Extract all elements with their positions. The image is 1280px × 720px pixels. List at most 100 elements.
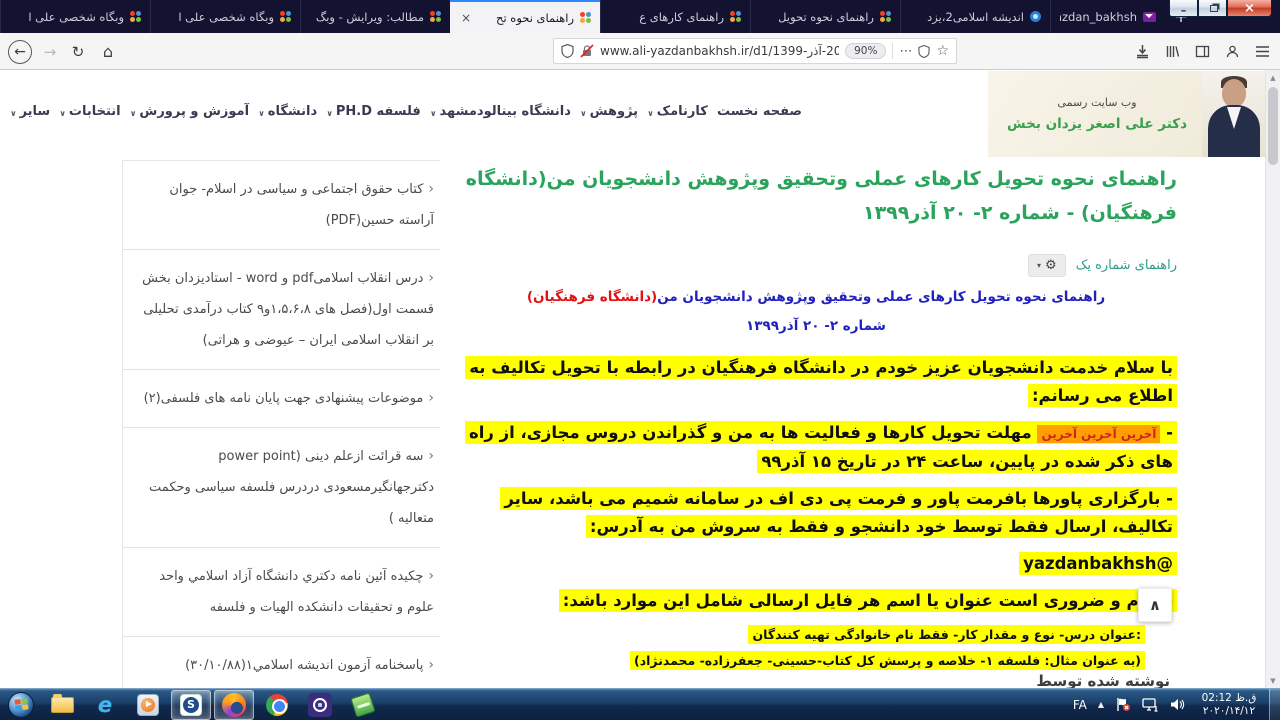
- university-app-icon: [308, 693, 332, 717]
- show-desktop-button[interactable]: [1269, 689, 1280, 720]
- dash: -: [1160, 423, 1173, 442]
- nav-item-university[interactable]: دانشگاه ∨: [258, 104, 317, 119]
- page-actions-icon[interactable]: ⋯: [899, 44, 912, 59]
- nav-item-other[interactable]: سایر ∨: [10, 104, 50, 119]
- scrollbar-down-arrow[interactable]: ▼: [1266, 673, 1280, 688]
- tab-edit-article[interactable]: مطالب: ویرایش - وبگ: [300, 0, 450, 33]
- mail-icon: [1143, 12, 1156, 22]
- article-subtitle: راهنمای نحوه تحویل کارهای عملی وتحقیق وپ…: [455, 289, 1177, 305]
- menu-icon[interactable]: [1255, 45, 1270, 58]
- page-scrollbar[interactable]: ▲ ▼: [1265, 70, 1280, 688]
- action-center-flag-icon[interactable]: [1115, 697, 1131, 712]
- tracking-shield-icon[interactable]: [561, 44, 574, 58]
- tab-personal-site-2[interactable]: وبگاه شخصی علی ا: [150, 0, 300, 33]
- nav-item-binalood-university[interactable]: دانشگاه بینالودمشهد ∨: [430, 104, 571, 119]
- tab-label: وبگاه شخصی علی ا: [10, 10, 124, 24]
- insecure-lock-icon[interactable]: [580, 44, 594, 58]
- taskbar-chrome-button[interactable]: [257, 690, 297, 720]
- volume-icon[interactable]: [1170, 698, 1185, 711]
- sidebar-item[interactable]: ‹پاسخنامه آزمون اندیشه اسلامي۱(۳۰/۱۰/۸۸): [123, 637, 440, 688]
- taskbar-firefox-button[interactable]: [214, 690, 254, 720]
- taskbar-media-player-button[interactable]: [128, 690, 168, 720]
- tab-islamic-thought[interactable]: اندیشه اسلامی2،یزد: [900, 0, 1050, 33]
- taskbar-explorer-button[interactable]: [42, 690, 82, 720]
- forward-button[interactable]: →: [38, 33, 62, 70]
- library-icon[interactable]: [1165, 44, 1180, 59]
- nav-item-elections[interactable]: انتخابات ∨: [59, 104, 120, 119]
- joomla-icon: [880, 11, 891, 22]
- nav-item-research[interactable]: پژوهش ∨: [580, 104, 638, 119]
- taskbar-university-app-button[interactable]: [300, 690, 340, 720]
- sidebar-item[interactable]: ‹کتاب حقوق اجتماعی و سیاسی در اسلام- جوا…: [123, 161, 440, 250]
- language-indicator[interactable]: FA: [1073, 698, 1087, 712]
- scrollbar-up-arrow[interactable]: ▲: [1266, 70, 1280, 85]
- close-tab-icon[interactable]: ×: [459, 11, 473, 25]
- article-footer-clipped: نوشته شده توسط: [1036, 672, 1170, 688]
- tab-label: وبگاه شخصی علی ا: [160, 10, 274, 24]
- downloads-icon[interactable]: [1135, 44, 1150, 59]
- tab-personal-site-1[interactable]: وبگاه شخصی علی ا: [0, 0, 150, 33]
- urgent-highlight: آخرین آخرین آخرین: [1037, 425, 1160, 443]
- nav-item-philosophy-phd[interactable]: فلسفه PH.D ∨: [326, 104, 420, 119]
- start-button[interactable]: [3, 690, 39, 720]
- reload-button[interactable]: ↻: [66, 33, 90, 70]
- nav-item-education[interactable]: آموزش و پرورش ∨: [130, 104, 249, 119]
- nav-label: انتخابات: [69, 104, 121, 119]
- tab-guide-works[interactable]: راهنمای کارهای ع: [600, 0, 750, 33]
- taskbar-soroush-button[interactable]: S: [171, 690, 211, 720]
- clock-time: ق.ظ 02:12: [1196, 692, 1262, 705]
- guide-one-link[interactable]: راهنمای شماره یک: [1076, 258, 1177, 273]
- chevron-down-icon: ∨: [647, 106, 654, 118]
- pocket-shield-icon[interactable]: [918, 45, 930, 58]
- paragraph-messenger-handle: yazdanbakhsh@: [455, 550, 1177, 578]
- tab-guide-active[interactable]: راهنمای نحوه تح ×: [450, 0, 600, 33]
- gear-icon: ⚙: [1045, 258, 1057, 273]
- taskbar-notes-app-button[interactable]: [343, 690, 383, 720]
- tab-guide-delivery[interactable]: راهنمای نحوه تحویل: [750, 0, 900, 33]
- tab-label: راهنمای نحوه تحویل: [760, 10, 874, 24]
- back-button[interactable]: ←: [6, 33, 34, 70]
- taskbar-clock[interactable]: ق.ظ 02:12 ۲۰۲۰/۱۴/۱۲: [1196, 692, 1262, 718]
- address-bar[interactable]: www.ali-yazdanbakhsh.ir/d1/راهنمای-نحوه-…: [553, 38, 957, 64]
- article-settings-button[interactable]: ⚙ ▾: [1028, 254, 1066, 277]
- paragraph-filename-example: (به عنوان مثال: فلسفه ۱- خلاصه و پرسش کل…: [455, 650, 1145, 671]
- zoom-level-badge[interactable]: 90%: [845, 43, 886, 59]
- site-tagline: وب سایت رسمی: [992, 96, 1202, 109]
- sidebar-link-list: ‹کتاب حقوق اجتماعی و سیاسی در اسلام- جوا…: [122, 160, 440, 688]
- taskbar-ie-button[interactable]: e: [85, 690, 125, 720]
- chevron-up-icon: ∧: [1149, 596, 1161, 614]
- site-main-nav: صفحه نخست کارنامک ∨ پژوهش ∨ دانشگاه بینا…: [10, 104, 802, 119]
- highlighted-text: :عنوان درس- نوع و مقدار کار- فقط نام خان…: [748, 625, 1145, 644]
- network-icon[interactable]: [1142, 698, 1159, 712]
- url-text[interactable]: www.ali-yazdanbakhsh.ir/d1/راهنمای-نحوه-…: [600, 44, 839, 58]
- firefox-icon: [222, 693, 246, 717]
- restore-button[interactable]: [1198, 0, 1227, 17]
- sidebar-item[interactable]: ‹موضوعات پیشنهادی جهت پایان نامه های فلس…: [123, 370, 440, 428]
- clock-date: ۲۰۲۰/۱۴/۱۲: [1196, 705, 1262, 718]
- chevron-icon: ‹: [428, 657, 434, 673]
- bookmark-star-icon[interactable]: ☆: [936, 43, 949, 59]
- home-button[interactable]: ⌂: [96, 33, 120, 70]
- sidebars-icon[interactable]: [1195, 44, 1210, 59]
- scrollbar-thumb[interactable]: [1268, 87, 1278, 165]
- sidebar-item[interactable]: ‹سه قرائت ازعلم دینی (power point دکترجه…: [123, 428, 440, 548]
- minimize-button[interactable]: –: [1169, 0, 1198, 17]
- media-player-icon: [137, 694, 159, 716]
- nav-item-home[interactable]: صفحه نخست: [717, 104, 802, 119]
- hidden-icons-arrow[interactable]: ▲: [1098, 700, 1104, 709]
- tab-label: مطالب: ویرایش - وبگ: [310, 10, 424, 24]
- article-subtitle-date: شماره ۲- ۲۰ آذر۱۳۹۹: [455, 318, 1177, 334]
- sidebar-item[interactable]: ‹چکیده آئین نامه دکتري دانشگاه آزاد اسلا…: [123, 548, 440, 637]
- explorer-icon: [51, 697, 74, 713]
- browser-toolbar: ← → ↻ ⌂ www.ali-yazdanbakhsh.ir/d1/راهنم…: [0, 33, 1280, 70]
- nav-item-portfolio[interactable]: کارنامک ∨: [647, 104, 708, 119]
- browser-tab-bar: وبگاه شخصی علی ا وبگاه شخصی علی ا مطالب:…: [0, 0, 1280, 33]
- close-button[interactable]: ×: [1227, 0, 1272, 17]
- scroll-to-top-button[interactable]: ∧: [1138, 588, 1172, 622]
- account-icon[interactable]: [1225, 44, 1240, 59]
- chevron-down-icon: ∨: [258, 106, 265, 118]
- nav-label: صفحه نخست: [717, 104, 802, 119]
- tab-mail[interactable]: yazdan_bakhsh@: [1050, 0, 1165, 33]
- sidebar-item[interactable]: ‹درس انقلاب اسلامیpdf و word - استادیزدا…: [123, 250, 440, 370]
- tab-label: اندیشه اسلامی2،یزد: [910, 10, 1024, 24]
